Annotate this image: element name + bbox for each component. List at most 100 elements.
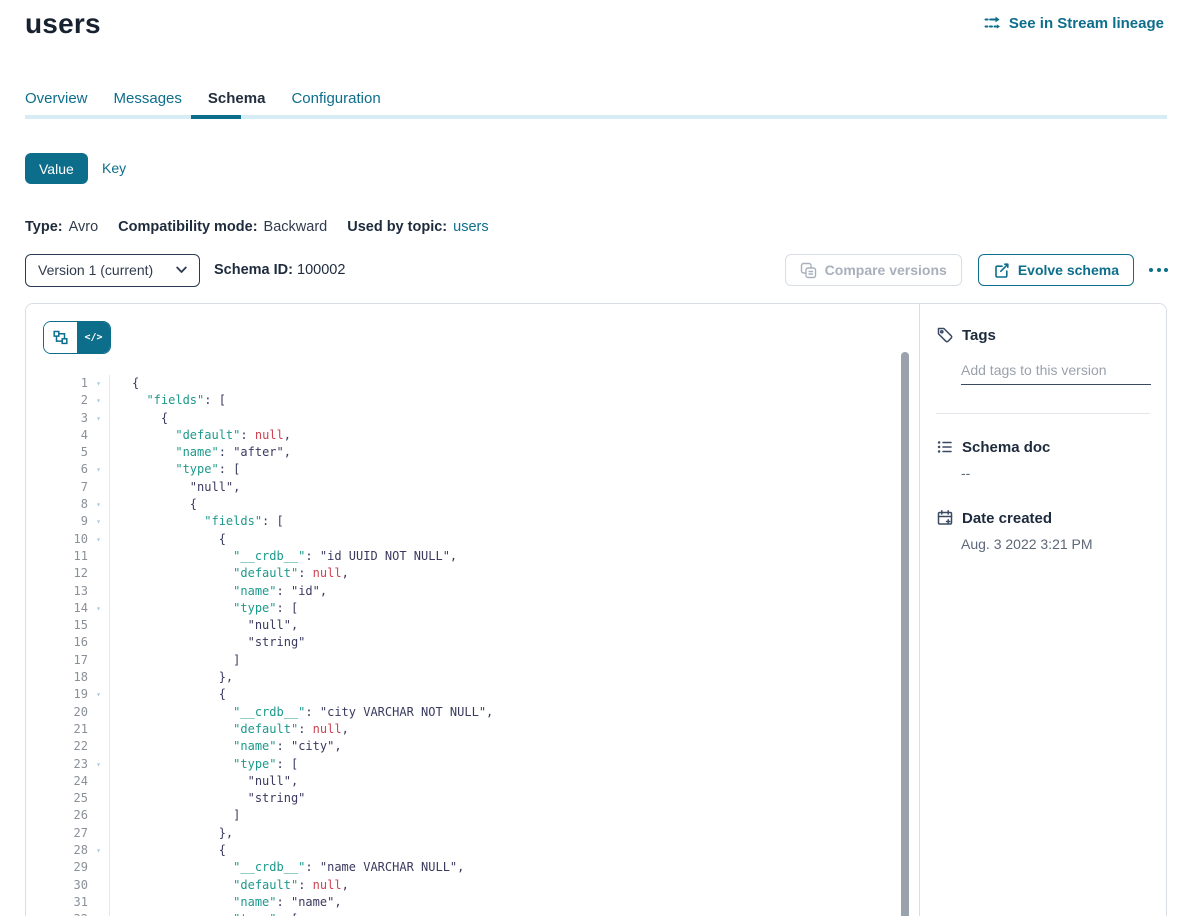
tree-view-button[interactable] [44,322,77,353]
used-by-topic-label: Used by topic: [347,219,447,235]
fold-gutter [88,565,109,582]
tags-section-header: Tags [920,326,1166,344]
line-number: 18 [26,669,88,686]
code-line: 4 "default": null, [26,427,919,444]
version-toolbar: Version 1 (current) Schema ID: 100002 Co… [25,253,1170,287]
code-line: 28▾ { [26,842,919,859]
fold-gutter [88,773,109,790]
code-line: 1▾{ [26,375,919,392]
version-select[interactable]: Version 1 (current) [25,254,200,287]
line-number: 23 [26,756,88,773]
code-line: 10▾ { [26,531,919,548]
fold-gutter [88,634,109,651]
code-line: 11 "__crdb__": "id UUID NOT NULL", [26,548,919,565]
fold-toggle-icon[interactable]: ▾ [88,410,109,427]
fold-gutter [88,738,109,755]
code-text: { [109,375,139,392]
code-text: "default": null, [109,877,349,894]
code-text: "name": "city", [109,738,342,755]
key-toggle-link[interactable]: Key [102,160,126,176]
code-text: "default": null, [109,721,349,738]
line-number: 11 [26,548,88,565]
schema-sidebar: Tags Schema doc -- [920,304,1166,916]
list-icon [936,438,954,456]
fold-toggle-icon[interactable]: ▾ [88,392,109,409]
fold-gutter [88,548,109,565]
code-line: 27 }, [26,825,919,842]
fold-toggle-icon[interactable]: ▾ [88,756,109,773]
page-title: users [25,8,101,40]
code-text: }, [109,669,233,686]
topic-link[interactable]: users [453,219,488,235]
line-number: 28 [26,842,88,859]
code-text: "__crdb__": "city VARCHAR NOT NULL", [109,704,493,721]
line-number: 20 [26,704,88,721]
code-line: 9▾ "fields": [ [26,513,919,530]
fold-toggle-icon[interactable]: ▾ [88,513,109,530]
code-line: 24 "null", [26,773,919,790]
fold-gutter [88,583,109,600]
fold-toggle-icon[interactable]: ▾ [88,686,109,703]
code-text: "null", [109,773,298,790]
fold-gutter [88,877,109,894]
code-line: 19▾ { [26,686,919,703]
line-number: 12 [26,565,88,582]
evolve-schema-label: Evolve schema [1018,262,1119,278]
code-text: ] [109,807,240,824]
tab-messages[interactable]: Messages [114,90,182,107]
code-text: "default": null, [109,565,349,582]
code-line: 31 "name": "name", [26,894,919,911]
line-number: 4 [26,427,88,444]
code-line: 14▾ "type": [ [26,600,919,617]
value-toggle-button[interactable]: Value [25,153,88,184]
code-line: 21 "default": null, [26,721,919,738]
fold-toggle-icon[interactable]: ▾ [88,375,109,392]
line-number: 2 [26,392,88,409]
fold-toggle-icon[interactable]: ▾ [88,461,109,478]
code-line: 7 "null", [26,479,919,496]
fold-gutter [88,479,109,496]
fold-toggle-icon[interactable]: ▾ [88,911,109,916]
schema-meta-row: Type: Avro Compatibility mode: Backward … [25,219,489,235]
fold-toggle-icon[interactable]: ▾ [88,600,109,617]
fold-toggle-icon[interactable]: ▾ [88,842,109,859]
code-text: ] [109,652,240,669]
code-line: 3▾ { [26,410,919,427]
version-select-value: Version 1 (current) [38,262,153,278]
tab-schema[interactable]: Schema [208,90,266,107]
code-line: 25 "string" [26,790,919,807]
compare-versions-button[interactable]: Compare versions [785,254,962,286]
code-line: 17 ] [26,652,919,669]
more-options-button[interactable] [1147,262,1170,278]
line-number: 1 [26,375,88,392]
line-number: 25 [26,790,88,807]
schema-id-value: 100002 [297,262,345,278]
code-line: 16 "string" [26,634,919,651]
scrollbar-thumb[interactable] [901,352,909,916]
compare-icon [800,262,817,279]
code-text: { [109,686,226,703]
code-line: 23▾ "type": [ [26,756,919,773]
fold-toggle-icon[interactable]: ▾ [88,496,109,513]
evolve-schema-button[interactable]: Evolve schema [978,254,1134,286]
code-text: "__crdb__": "id UUID NOT NULL", [109,548,457,565]
code-line: 26 ] [26,807,919,824]
code-line: 15 "null", [26,617,919,634]
code-line: 2▾ "fields": [ [26,392,919,409]
tab-configuration[interactable]: Configuration [291,90,380,107]
code-lines: 1▾{2▾ "fields": [3▾ {4 "default": null,5… [26,367,919,916]
fold-gutter [88,652,109,669]
code-text: "type": [ [109,756,298,773]
code-line: 22 "name": "city", [26,738,919,755]
code-text: { [109,410,168,427]
tab-overview[interactable]: Overview [25,90,88,107]
fold-gutter [88,704,109,721]
schema-page: users See in Stream lineage Overview Mes… [0,0,1189,916]
editor-view-toggle: </> [43,321,111,354]
line-number: 29 [26,859,88,876]
fold-toggle-icon[interactable]: ▾ [88,531,109,548]
stream-lineage-link[interactable]: See in Stream lineage [984,14,1164,32]
tree-view-icon [53,330,68,345]
add-tags-input[interactable] [961,360,1151,385]
code-view-button[interactable]: </> [77,322,110,353]
